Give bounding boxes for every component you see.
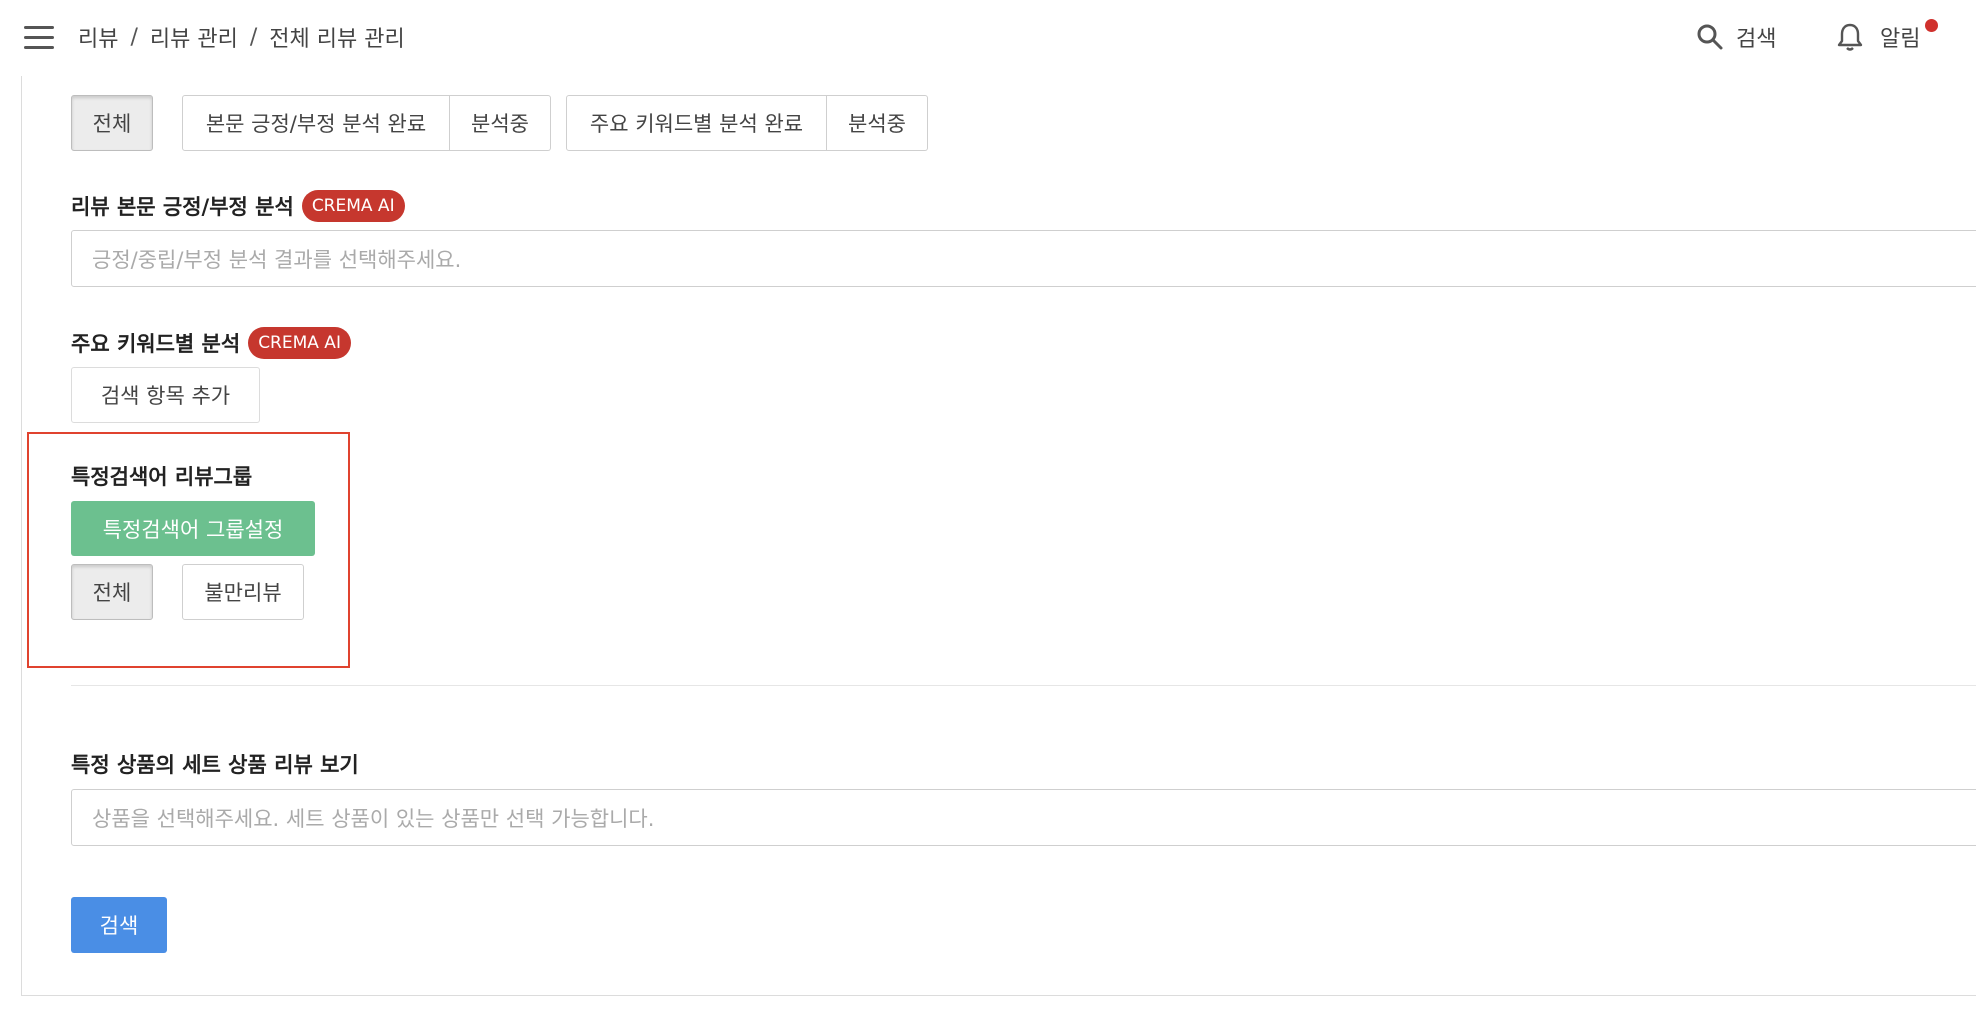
bell-icon	[1837, 23, 1863, 51]
set-product-title-text: 특정 상품의 세트 상품 리뷰 보기	[71, 753, 359, 777]
analysis-filter-body-progress[interactable]: 분석중	[450, 95, 551, 151]
sentiment-select-placeholder: 긍정/중립/부정 분석 결과를 선택해주세요.	[92, 247, 462, 272]
header-search-button[interactable]: 검색	[1696, 20, 1776, 54]
sentiment-title-text: 리뷰 본문 긍정/부정 분석	[71, 195, 294, 219]
analysis-filter-keyword-done[interactable]: 주요 키워드별 분석 완료	[566, 95, 827, 151]
breadcrumb: 리뷰 / 리뷰 관리 / 전체 리뷰 관리	[78, 20, 405, 54]
analysis-filter-body-done[interactable]: 본문 긍정/부정 분석 완료	[182, 95, 450, 151]
analysis-filter-all[interactable]: 전체	[71, 95, 153, 151]
term-group-setup-button[interactable]: 특정검색어 그룹설정	[71, 501, 315, 556]
crema-ai-badge: CREMA AI	[301, 190, 405, 222]
sentiment-select[interactable]: 긍정/중립/부정 분석 결과를 선택해주세요.	[71, 230, 1976, 287]
add-search-item-button[interactable]: 검색 항목 추가	[71, 367, 260, 423]
term-group-title-text: 특정검색어 리뷰그룹	[71, 465, 253, 489]
menu-icon[interactable]	[24, 26, 54, 50]
breadcrumb-item-review-management[interactable]: 리뷰 관리	[150, 21, 238, 53]
section-divider	[71, 685, 1976, 686]
analysis-filter-keyword-progress[interactable]: 분석중	[827, 95, 928, 151]
sentiment-section-title: 리뷰 본문 긍정/부정 분석 CREMA AI	[71, 188, 405, 224]
set-product-select[interactable]: 상품을 선택해주세요. 세트 상품이 있는 상품만 선택 가능합니다.	[71, 789, 1976, 846]
top-bar: 리뷰 / 리뷰 관리 / 전체 리뷰 관리 검색 알림	[0, 0, 1976, 76]
header-alarm-label: 알림	[1880, 27, 1921, 52]
keyword-section-title: 주요 키워드별 분석 CREMA AI	[71, 325, 351, 361]
breadcrumb-item-review[interactable]: 리뷰	[78, 21, 118, 53]
header-alarm-button[interactable]: 알림	[1836, 20, 1920, 54]
notification-dot	[1925, 19, 1938, 32]
keyword-title-text: 주요 키워드별 분석	[71, 332, 241, 356]
breadcrumb-item-all-review-management: 전체 리뷰 관리	[269, 27, 405, 52]
breadcrumb-separator: /	[249, 24, 258, 50]
breadcrumb-separator: /	[130, 24, 138, 50]
term-group-section-title: 특정검색어 리뷰그룹	[71, 458, 252, 494]
term-group-filter-complaint[interactable]: 불만리뷰	[182, 564, 304, 620]
search-icon	[1697, 24, 1723, 50]
search-button[interactable]: 검색	[71, 897, 167, 953]
crema-ai-badge: CREMA AI	[248, 327, 351, 359]
set-product-section-title: 특정 상품의 세트 상품 리뷰 보기	[71, 746, 359, 782]
term-group-filter-all[interactable]: 전체	[71, 564, 153, 620]
header-search-label: 검색	[1736, 27, 1777, 52]
set-product-select-placeholder: 상품을 선택해주세요. 세트 상품이 있는 상품만 선택 가능합니다.	[92, 806, 655, 831]
